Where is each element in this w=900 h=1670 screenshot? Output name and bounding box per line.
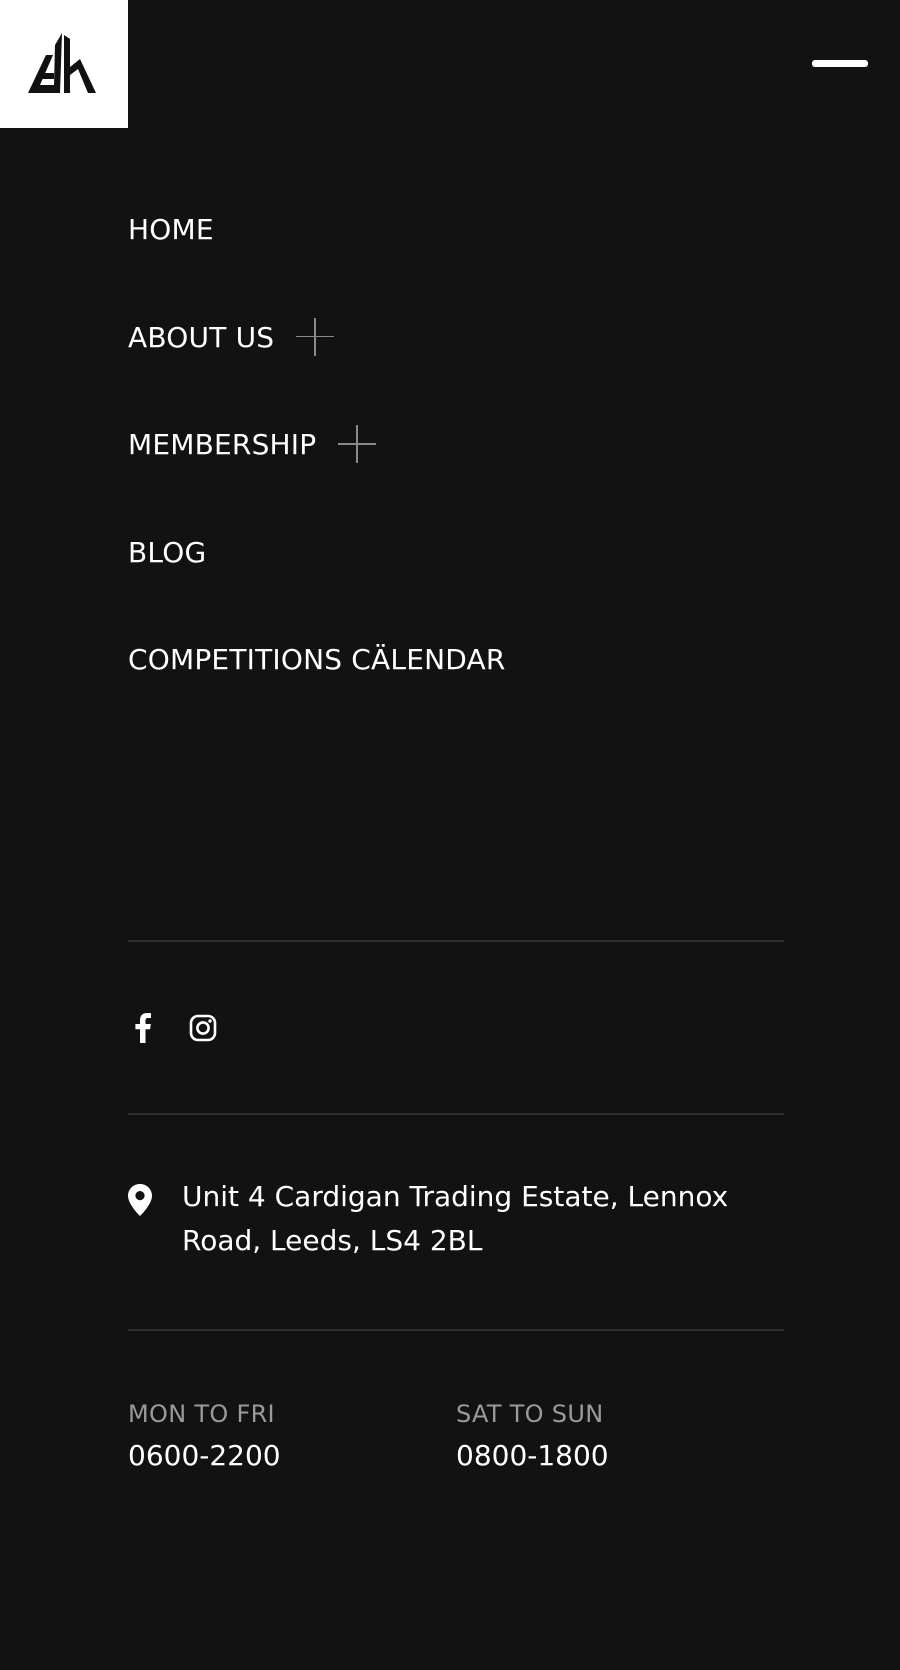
opening-hours: MON TO FRI 0600-2200 SAT TO SUN 0800-180… <box>128 1398 784 1476</box>
facebook-icon <box>135 1013 151 1043</box>
map-pin-icon <box>128 1184 152 1216</box>
nav-link-about-us[interactable]: ABOUT US <box>128 322 274 354</box>
weekend-hours-value: 0800-1800 <box>456 1439 609 1472</box>
address-block: Unit 4 Cardigan Trading Estate, Lennox R… <box>128 1180 784 1263</box>
facebook-link[interactable] <box>128 1012 158 1044</box>
main-navigation: HOME ABOUT US MEMBERSHIP BLOG COMPETITIO… <box>128 214 506 753</box>
expand-membership-plus-icon[interactable] <box>338 425 377 463</box>
weekend-hours: SAT TO SUN 0800-1800 <box>456 1398 784 1476</box>
weekday-hours-value: 0600-2200 <box>128 1439 281 1472</box>
logo[interactable] <box>0 0 128 128</box>
divider <box>128 1113 784 1115</box>
nav-item-competitions-calendar: COMPETITIONS CÄLENDAR <box>128 644 506 753</box>
weekday-hours: MON TO FRI 0600-2200 <box>128 1398 456 1476</box>
nav-item-blog: BLOG <box>128 537 506 646</box>
close-menu-icon <box>812 60 868 67</box>
instagram-link[interactable] <box>188 1012 218 1044</box>
divider <box>128 1329 784 1331</box>
nav-link-home[interactable]: HOME <box>128 214 214 246</box>
expand-about-us-plus-icon[interactable] <box>296 317 335 356</box>
nav-item-home: HOME <box>128 214 506 323</box>
address-line-2: Road, Leeds, LS4 2BL <box>182 1224 483 1257</box>
divider <box>128 940 784 942</box>
weekend-hours-label: SAT TO SUN <box>456 1400 604 1428</box>
nav-item-membership: MEMBERSHIP <box>128 425 506 538</box>
gh-logo-icon <box>28 33 96 93</box>
weekday-hours-label: MON TO FRI <box>128 1400 275 1428</box>
address-line-1: Unit 4 Cardigan Trading Estate, Lennox <box>182 1180 729 1213</box>
menu-toggle-button[interactable] <box>812 56 868 72</box>
address-text: Unit 4 Cardigan Trading Estate, Lennox R… <box>182 1175 728 1263</box>
social-links <box>128 1012 218 1044</box>
nav-link-membership[interactable]: MEMBERSHIP <box>128 429 316 461</box>
instagram-icon <box>189 1014 217 1042</box>
mobile-menu-overlay: HOME ABOUT US MEMBERSHIP BLOG COMPETITIO… <box>0 0 900 1670</box>
nav-link-competitions-calendar[interactable]: COMPETITIONS CÄLENDAR <box>128 644 506 676</box>
nav-link-blog[interactable]: BLOG <box>128 537 206 569</box>
nav-item-about-us: ABOUT US <box>128 317 506 431</box>
